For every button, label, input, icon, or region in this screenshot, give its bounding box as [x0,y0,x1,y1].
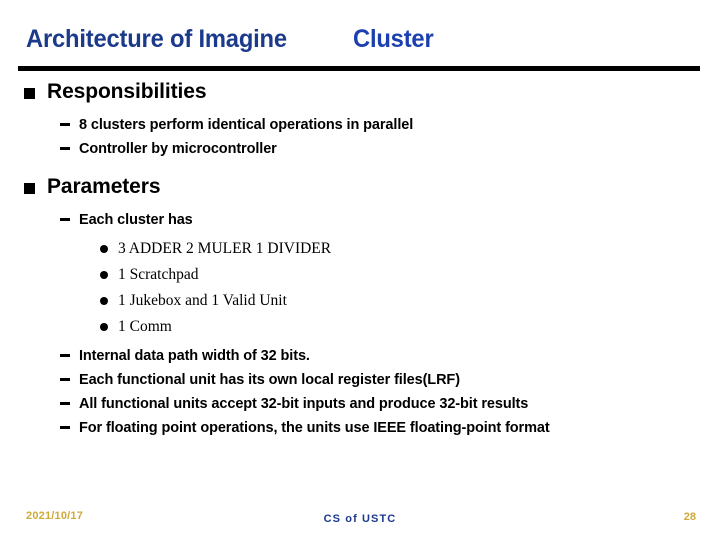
bullet-item: Internal data path width of 32 bits. [0,344,720,368]
sub-bullet-item: 1 Jukebox and 1 Valid Unit [0,288,720,314]
bullet-item-label: 8 clusters perform identical operations … [79,117,414,133]
bullet-item-label: Each cluster has [79,212,193,228]
bullet-item-label: For floating point operations, the units… [79,420,550,436]
footer-organization: CS of USTC [323,513,397,525]
section-heading-label: Responsibilities [47,80,207,103]
bullet-item: Controller by microcontroller [0,137,720,161]
dash-bullet-icon [60,218,70,221]
title-divider-rule [18,66,700,71]
slide-title-sub: Cluster [352,24,434,53]
sub-bullet-item-label: 1 Jukebox and 1 Valid Unit [118,292,287,309]
round-bullet-icon [100,323,108,331]
slide-title-main: Architecture of Imagine [26,24,287,53]
bullet-item-label: All functional units accept 32-bit input… [79,396,529,412]
dash-bullet-icon [60,378,70,381]
sub-bullet-item-label: 3 ADDER 2 MULER 1 DIVIDER [118,240,332,257]
bullet-item-label: Each functional unit has its own local r… [79,372,460,388]
footer-page-number: 28 [683,511,696,523]
slide-content: Responsibilities 8 clusters perform iden… [0,78,720,440]
round-bullet-icon [100,271,108,279]
slide-title: Architecture of Imagine Cluster [26,18,694,60]
bullet-item: All functional units accept 32-bit input… [0,392,720,416]
dash-bullet-icon [60,123,70,126]
dash-bullet-icon [60,147,70,150]
bullet-item-label: Internal data path width of 32 bits. [79,348,310,364]
dash-bullet-icon [60,402,70,405]
round-bullet-icon [100,245,108,253]
dash-bullet-icon [60,426,70,429]
bullet-item: 8 clusters perform identical operations … [0,113,720,137]
square-bullet-icon [24,183,35,194]
sub-bullet-item-label: 1 Comm [118,318,172,335]
sub-bullet-item-label: 1 Scratchpad [118,266,199,283]
square-bullet-icon [24,88,35,99]
bullet-item: Each functional unit has its own local r… [0,368,720,392]
presentation-slide: Architecture of Imagine Cluster Responsi… [0,0,720,540]
sub-bullet-item: 1 Comm [0,314,720,340]
section-heading-responsibilities: Responsibilities [0,78,720,106]
bullet-item: Each cluster has [0,208,720,232]
sub-bullet-item: 3 ADDER 2 MULER 1 DIVIDER [0,236,720,262]
dash-bullet-icon [60,354,70,357]
round-bullet-icon [100,297,108,305]
bullet-item-label: Controller by microcontroller [79,141,277,157]
section-heading-parameters: Parameters [0,173,720,201]
bullet-item: For floating point operations, the units… [0,416,720,440]
section-heading-label: Parameters [47,175,161,198]
sub-bullet-item: 1 Scratchpad [0,262,720,288]
